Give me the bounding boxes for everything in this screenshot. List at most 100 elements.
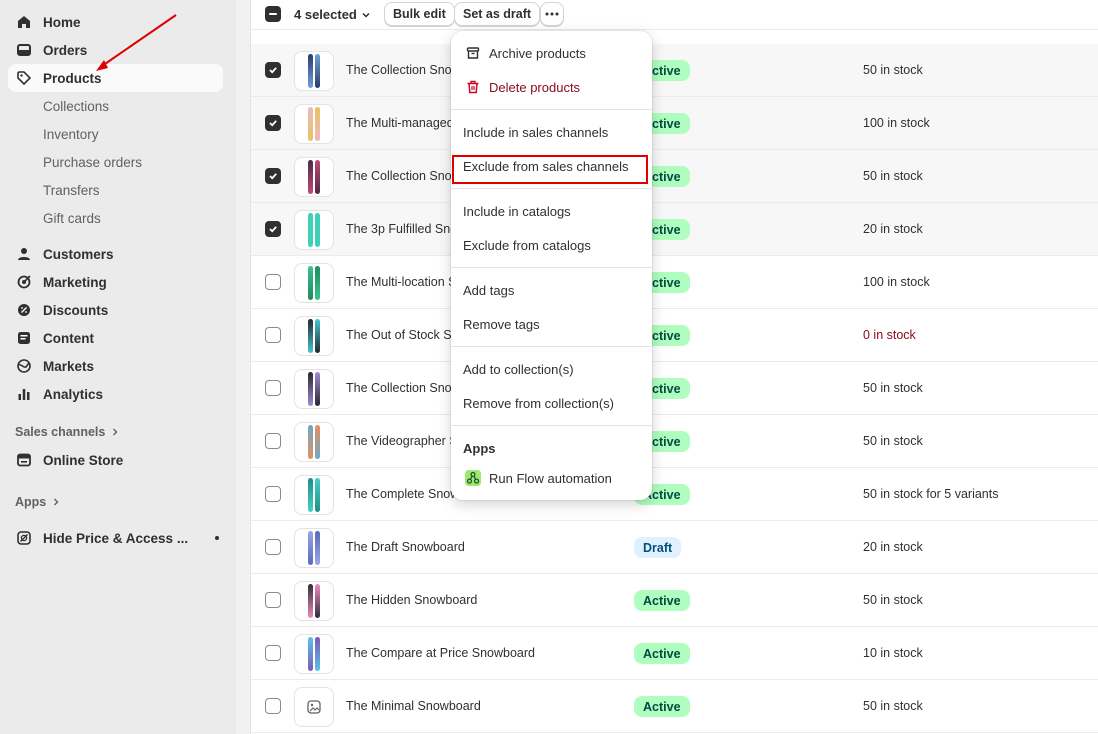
nav-marketing-label: Marketing <box>43 274 107 290</box>
bulk-edit-button[interactable]: Bulk edit <box>384 2 455 26</box>
product-thumbnail <box>294 634 334 674</box>
menu-divider <box>451 109 652 110</box>
menu-add-to-collection[interactable]: Add to collection(s) <box>451 356 652 382</box>
table-row[interactable]: The Draft Snowboard Draft 20 in stock <box>251 521 1098 574</box>
more-actions-button[interactable] <box>540 2 564 26</box>
inventory-count: 50 in stock <box>863 381 923 395</box>
menu-add-tags[interactable]: Add tags <box>451 277 652 303</box>
product-name[interactable]: The Hidden Snowboard <box>346 593 477 607</box>
menu-remove-collection-label: Remove from collection(s) <box>463 395 614 411</box>
nav-marketing[interactable]: Marketing <box>8 268 223 296</box>
product-name[interactable]: The Minimal Snowboard <box>346 699 481 713</box>
status-badge: Active <box>634 696 690 717</box>
apps-section[interactable]: Apps <box>15 495 60 509</box>
menu-apps-heading: Apps <box>463 441 496 456</box>
pin-dot <box>215 536 219 540</box>
sales-channels-label: Sales channels <box>15 425 106 439</box>
table-row[interactable]: The Collection Snowboard: Oxygen Active 50… <box>251 150 1098 203</box>
row-checkbox[interactable] <box>265 433 281 449</box>
product-thumbnail <box>294 210 334 250</box>
nav-content[interactable]: Content <box>8 324 223 352</box>
nav-purchase-orders[interactable]: Purchase orders <box>8 148 223 176</box>
globe-icon <box>16 358 32 374</box>
nav-collections[interactable]: Collections <box>8 92 223 120</box>
row-checkbox[interactable] <box>265 539 281 555</box>
status-badge: Draft <box>634 537 682 558</box>
row-checkbox[interactable] <box>265 115 281 131</box>
table-row[interactable]: The Collection Snowboard: Hydrogen Active… <box>251 362 1098 415</box>
row-checkbox[interactable] <box>265 698 281 714</box>
nav-products[interactable]: Products <box>8 64 223 92</box>
table-row[interactable]: The Hidden Snowboard Active 50 in stock <box>251 574 1098 627</box>
nav-analytics[interactable]: Analytics <box>8 380 223 408</box>
product-thumbnail <box>294 581 334 621</box>
nav-online-store[interactable]: Online Store <box>8 446 223 474</box>
nav-app-hide-price[interactable]: Hide Price & Access ... <box>8 524 223 552</box>
menu-remove-from-collection[interactable]: Remove from collection(s) <box>451 390 652 416</box>
inventory-count: 20 in stock <box>863 222 923 236</box>
nav-discounts[interactable]: Discounts <box>8 296 223 324</box>
row-checkbox[interactable] <box>265 327 281 343</box>
inventory-count: 20 in stock <box>863 540 923 554</box>
orders-icon <box>16 42 32 58</box>
menu-remove-tags[interactable]: Remove tags <box>451 311 652 337</box>
nav-gift-cards[interactable]: Gift cards <box>8 204 223 232</box>
nav-markets[interactable]: Markets <box>8 352 223 380</box>
sidebar: Home Orders Products Collections Invento… <box>0 0 236 734</box>
row-checkbox[interactable] <box>265 380 281 396</box>
table-row[interactable]: The 3p Fulfilled Snowboard Active 20 in st… <box>251 203 1098 256</box>
bulk-actions-toolbar: 4 selected Bulk edit Set as draft <box>251 0 1098 30</box>
nav-app-hide-price-label: Hide Price & Access ... <box>43 530 189 546</box>
product-name[interactable]: The Compare at Price Snowboard <box>346 646 535 660</box>
status-badge: Active <box>634 590 690 611</box>
row-checkbox[interactable] <box>265 62 281 78</box>
table-row[interactable]: The Multi-location Snowboard Active 100 in… <box>251 256 1098 309</box>
product-thumbnail <box>294 316 334 356</box>
menu-include-sales-channels[interactable]: Include in sales channels <box>451 119 652 145</box>
nav-orders[interactable]: Orders <box>8 36 223 64</box>
nav-products-label: Products <box>43 70 102 86</box>
annotation-highlight-box <box>452 155 648 184</box>
nav-transfers[interactable]: Transfers <box>8 176 223 204</box>
product-thumbnail <box>294 104 334 144</box>
nav-customers[interactable]: Customers <box>8 240 223 268</box>
table-row[interactable]: The Minimal Snowboard Active 50 in stock <box>251 680 1098 733</box>
row-checkbox[interactable] <box>265 221 281 237</box>
status-badge: Active <box>634 643 690 664</box>
selected-count-dropdown[interactable]: 4 selected <box>294 7 371 22</box>
table-row[interactable]: The Complete Snowboard Active 50 in stock … <box>251 468 1098 521</box>
menu-delete-products[interactable]: Delete products <box>451 74 652 100</box>
chevron-right-icon <box>113 428 118 436</box>
menu-archive-products[interactable]: Archive products <box>451 40 652 66</box>
inventory-count: 50 in stock <box>863 63 923 77</box>
nav-online-store-label: Online Store <box>43 452 124 468</box>
table-row[interactable]: The Videographer Snowboard Active 50 in st… <box>251 415 1098 468</box>
menu-exclude-catalogs[interactable]: Exclude from catalogs <box>451 232 652 258</box>
row-checkbox[interactable] <box>265 592 281 608</box>
sales-channels-section[interactable]: Sales channels <box>15 425 119 439</box>
set-as-draft-button[interactable]: Set as draft <box>454 2 541 26</box>
product-name[interactable]: The Draft Snowboard <box>346 540 465 554</box>
tag-icon <box>16 70 32 86</box>
table-row[interactable]: The Multi-managed Snowboard Active 100 in … <box>251 97 1098 150</box>
table-row[interactable]: The Compare at Price Snowboard Active 10 i… <box>251 627 1098 680</box>
row-checkbox[interactable] <box>265 274 281 290</box>
nav-home[interactable]: Home <box>8 8 223 36</box>
bar-chart-icon <box>16 386 32 402</box>
menu-delete-label: Delete products <box>489 79 581 95</box>
nav-inventory[interactable]: Inventory <box>8 120 223 148</box>
nav-purchase-orders-label: Purchase orders <box>43 154 143 170</box>
nav-customers-label: Customers <box>43 246 114 262</box>
row-checkbox[interactable] <box>265 486 281 502</box>
table-row[interactable]: The Collection Snowboard: Liquid Active 50… <box>251 44 1098 97</box>
table-row[interactable]: The Out of Stock Snowboard Active 0 in sto… <box>251 309 1098 362</box>
product-thumbnail <box>294 157 334 197</box>
product-thumbnail <box>294 422 334 462</box>
menu-include-catalogs[interactable]: Include in catalogs <box>451 198 652 224</box>
row-checkbox[interactable] <box>265 645 281 661</box>
menu-remove-tags-label: Remove tags <box>463 316 540 332</box>
menu-run-flow-automation[interactable]: Run Flow automation <box>451 465 652 491</box>
row-checkbox[interactable] <box>265 168 281 184</box>
inventory-count: 50 in stock <box>863 434 923 448</box>
select-all-checkbox[interactable] <box>265 6 281 22</box>
